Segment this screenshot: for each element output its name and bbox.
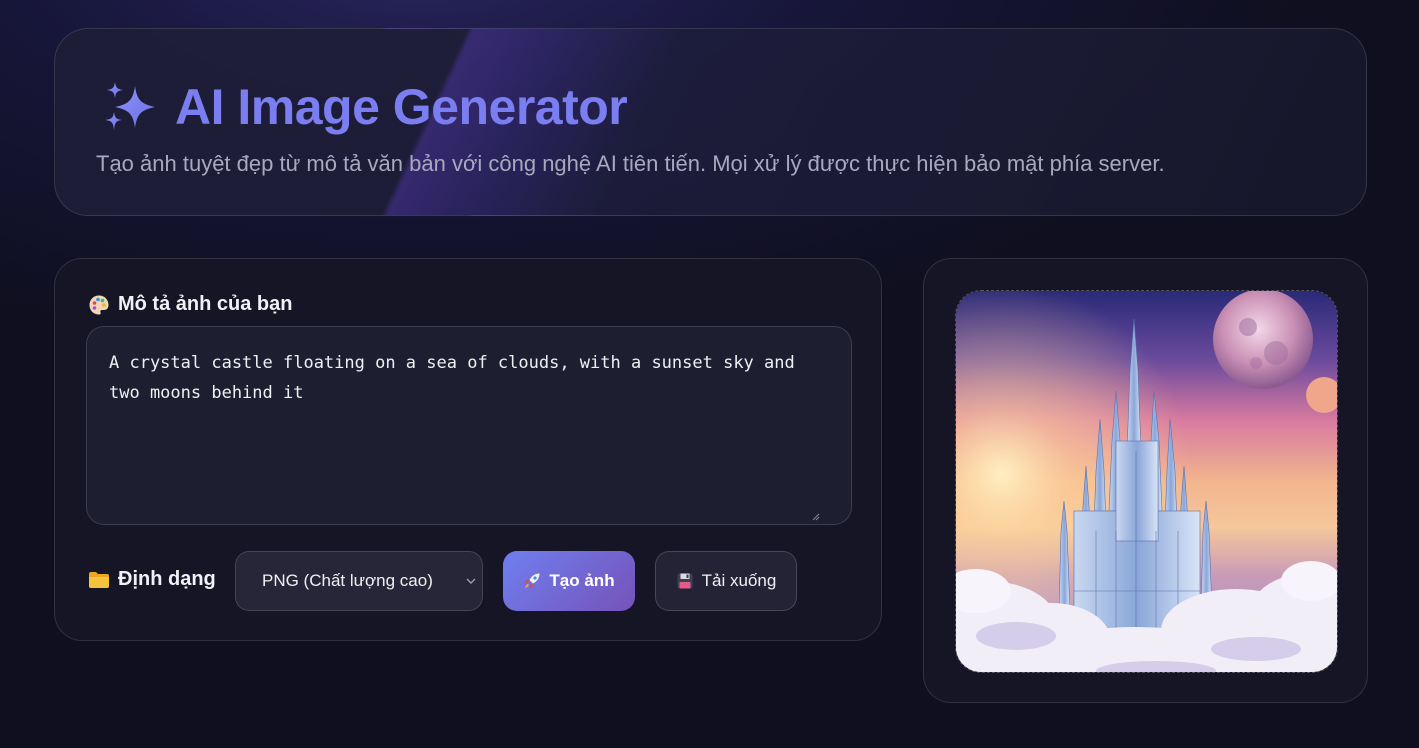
generated-image — [955, 290, 1338, 673]
page-subtitle: Tạo ảnh tuyệt đẹp từ mô tả văn bản với c… — [96, 151, 1165, 176]
prompt-textarea[interactable] — [86, 326, 852, 525]
format-label-row: Định dạng — [88, 568, 216, 591]
palette-icon — [89, 295, 109, 314]
generate-button[interactable]: Tạo ảnh — [503, 551, 635, 611]
header-card: AI Image Generator Tạo ảnh tuyệt đẹp từ … — [54, 28, 1367, 216]
folder-icon — [89, 571, 109, 588]
resize-grip-icon[interactable] — [812, 513, 820, 521]
download-button[interactable]: Tải xuống — [655, 551, 797, 611]
rocket-icon — [524, 573, 540, 589]
generated-castle-image — [956, 291, 1337, 672]
format-select-value: PNG (Chất lượng cao) — [262, 571, 433, 590]
prompt-label-row: Mô tả ảnh của bạn — [88, 293, 292, 316]
prompt-label: Mô tả ảnh của bạn — [118, 293, 293, 315]
format-label: Định dạng — [118, 568, 216, 590]
floppy-disk-icon — [677, 573, 693, 589]
result-panel — [923, 258, 1368, 703]
prompt-panel: Mô tả ảnh của bạn Định dạng PNG (Chất lư… — [54, 258, 882, 641]
download-button-label: Tải xuống — [701, 571, 777, 590]
chevron-down-icon — [466, 578, 476, 584]
generate-button-label: Tạo ảnh — [549, 571, 615, 590]
format-select[interactable]: PNG (Chất lượng cao) — [235, 551, 483, 611]
page-title: AI Image Generator — [175, 79, 628, 135]
title-row: AI Image Generator — [103, 77, 628, 137]
sparkles-icon — [105, 82, 155, 130]
